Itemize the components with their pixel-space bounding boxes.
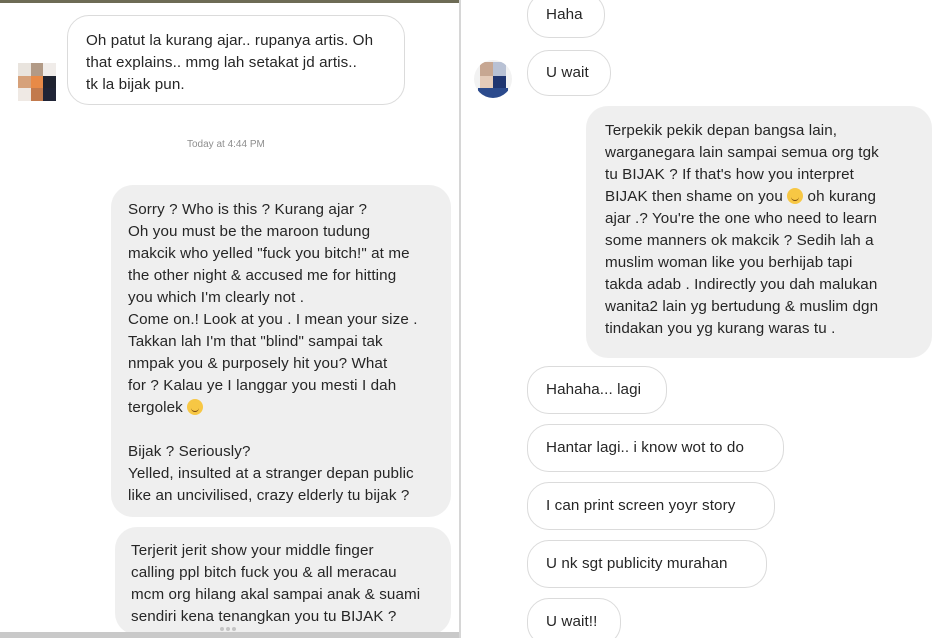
message-line: mcm org hilang akal sampai anak & suami (131, 586, 421, 603)
message-text: tergolek (128, 399, 183, 416)
right-screenshot-panel: Haha U wait Terpekik pekik depan bangsa … (461, 0, 940, 638)
message-line: Terjerit jerit show your middle finger (131, 542, 374, 559)
message-line: takda adab . Indirectly you dah malukan (605, 276, 878, 293)
message-line: sendiri kena tenangkan you tu BIJAK ? (131, 608, 397, 625)
outgoing-message-reply-2: Terjerit jerit show your middle finger c… (115, 527, 451, 635)
message-text: U wait!! (546, 613, 598, 630)
message-line: makcik who yelled "fuck you bitch!" at m… (128, 245, 410, 262)
left-screenshot-panel: Oh patut la kurang ajar.. rupanya artis.… (0, 0, 459, 638)
message-line: muslim woman like you berhijab tapi (605, 254, 853, 271)
bottom-strip (0, 632, 459, 638)
message-line: Takkan lah I'm that "blind" sampai tak (128, 333, 383, 350)
incoming-message: U wait (527, 50, 611, 96)
message-line: the other night & accused me for hitting (128, 267, 397, 284)
message-line: Bijak ? Seriously? (128, 443, 251, 460)
message-line: tindakan you yg kurang waras tu . (605, 320, 836, 337)
message-line: you which I'm clearly not . (128, 289, 305, 306)
message-line: like an uncivilised, crazy elderly tu bi… (128, 487, 410, 504)
message-text: Haha (546, 6, 583, 23)
message-line: some manners ok makcik ? Sedih lah a (605, 232, 874, 249)
message-line-with-emoji: BIJAK then shame on you oh kurang (605, 188, 877, 205)
message-text: Hahaha... lagi (546, 381, 642, 398)
message-line: warganegara lain sampai semua org tgk (605, 144, 879, 161)
incoming-message: I can print screen yoyr story (527, 482, 775, 530)
message-line: wanita2 lain yg bertudung & muslim dgn (605, 298, 879, 315)
message-line: Sorry ? Who is this ? Kurang ajar ? (128, 201, 368, 218)
message-text: U nk sgt publicity murahan (546, 555, 728, 572)
message-line: nmpak you & purposely hit you? What (128, 355, 388, 372)
timestamp: Today at 4:44 PM (187, 139, 265, 150)
incoming-message: Hantar lagi.. i know wot to do (527, 424, 784, 472)
incoming-message: U wait!! (527, 598, 621, 638)
incoming-message: Hahaha... lagi (527, 366, 667, 414)
top-strip (0, 0, 459, 3)
message-line: tk la bijak pun. (86, 76, 185, 93)
outgoing-message: Terpekik pekik depan bangsa lain, wargan… (586, 106, 932, 358)
message-text: U wait (546, 64, 589, 81)
message-line: Oh you must be the maroon tudung (128, 223, 371, 240)
slightly-smiling-emoji-icon (787, 188, 804, 204)
message-line: Oh patut la kurang ajar.. rupanya artis.… (86, 32, 374, 49)
incoming-message-top: Oh patut la kurang ajar.. rupanya artis.… (67, 15, 405, 105)
message-line: that explains.. mmg lah setakat jd artis… (86, 54, 357, 71)
incoming-message: U nk sgt publicity murahan (527, 540, 767, 588)
message-line-with-emoji: tergolek (128, 397, 441, 419)
grinning-sweat-emoji-icon (187, 399, 204, 415)
message-line: Terpekik pekik depan bangsa lain, (605, 122, 838, 139)
sender-avatar-blurred (18, 63, 56, 101)
incoming-message: Haha (527, 0, 605, 38)
message-line: ajar .? You're the one who need to learn (605, 210, 878, 227)
carousel-dots (220, 618, 240, 631)
sender-avatar-blurred (474, 60, 512, 98)
message-line: Come on.! Look at you . I mean your size… (128, 311, 418, 328)
message-line: Yelled, insulted at a stranger depan pub… (128, 465, 414, 482)
message-line: calling ppl bitch fuck you & all meracau (131, 564, 397, 581)
message-line: for ? Kalau ye I langgar you mesti I dah (128, 377, 397, 394)
message-text: Hantar lagi.. i know wot to do (546, 439, 745, 456)
message-line: tu BIJAK ? If that's how you interpret (605, 166, 854, 183)
outgoing-message-reply-1: Sorry ? Who is this ? Kurang ajar ? Oh y… (111, 185, 451, 517)
message-text: I can print screen yoyr story (546, 497, 736, 514)
